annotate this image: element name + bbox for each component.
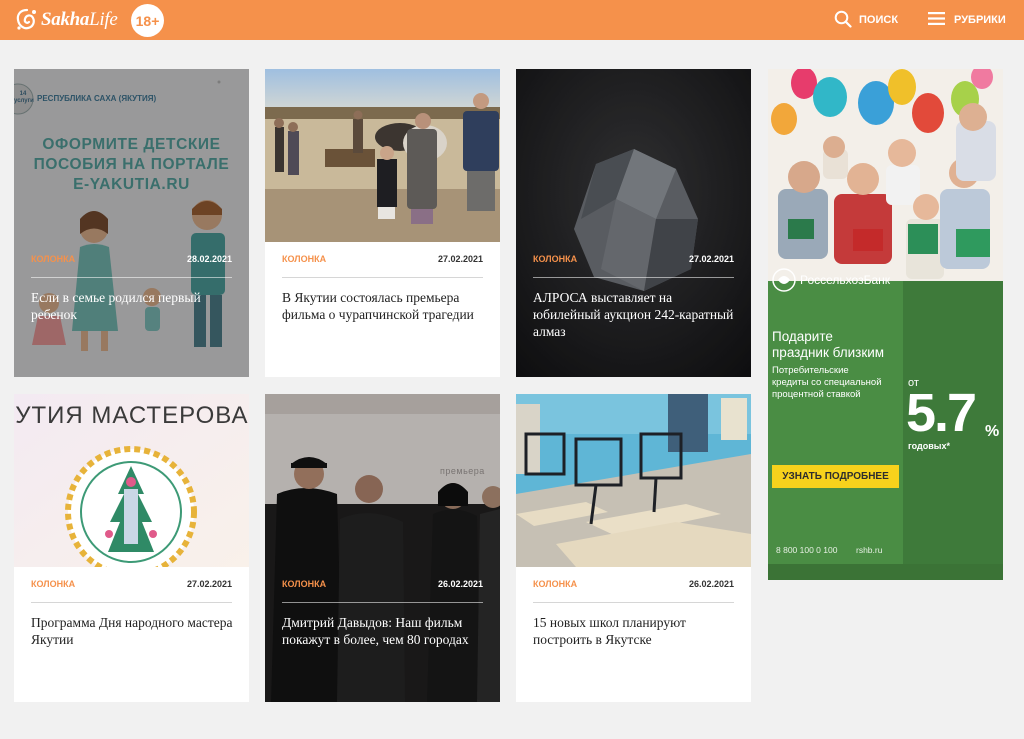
card-title[interactable]: 15 новых школ планируют построить в Якут…	[533, 614, 737, 648]
card-date: 27.02.2021	[186, 579, 232, 589]
card-title[interactable]: В Якутии состоялась премьера фильма о чу…	[282, 289, 486, 323]
ad-site-link[interactable]: rshb.ru	[856, 545, 882, 555]
card-image	[265, 69, 500, 242]
news-card[interactable]: РЕСПУБЛИКА САХА (ЯКУТИЯ) 14 услуги ОФОРМ…	[14, 69, 249, 377]
card-image: КУТИЯ МАСТЕРОВА	[14, 394, 249, 567]
image-banner-text: КУТИЯ МАСТЕРОВА	[14, 402, 249, 429]
logo-ornament-icon	[14, 7, 40, 33]
card-divider	[533, 602, 734, 603]
card-category[interactable]: КОЛОНКА	[282, 579, 326, 589]
ad-phone: 8 800 100 0 100	[776, 545, 838, 555]
card-divider	[282, 602, 483, 603]
ad-rate-unit: %	[985, 423, 1000, 440]
card-date: 26.02.2021	[688, 579, 734, 589]
news-card[interactable]: КОЛОНКА 27.02.2021 АЛРОСА выставляет на …	[516, 69, 751, 377]
card-divider	[533, 277, 734, 278]
ad-rate-value: 5.7	[906, 383, 977, 443]
logo-text-sakha: Sakha	[41, 9, 90, 30]
search-button[interactable]: ПОИСК	[834, 10, 898, 30]
card-category[interactable]: КОЛОНКА	[282, 254, 326, 264]
card-title[interactable]: Дмитрий Давыдов: Наш фильм покажут в бол…	[282, 614, 486, 648]
news-card[interactable]: КОЛОНКА 27.02.2021 В Якутии состоялась п…	[265, 69, 500, 377]
card-date: 27.02.2021	[688, 254, 734, 264]
card-image	[516, 394, 751, 567]
logo-text-life: Life	[89, 9, 118, 30]
ad-subtext: Потребительские кредиты со специальной п…	[772, 365, 882, 400]
card-divider	[31, 602, 232, 603]
ad-bank-name: РоссельхозБанк	[800, 273, 891, 287]
news-card[interactable]: КУТИЯ МАСТЕРОВА КОЛОНКА 27.02.2021 Прогр…	[14, 394, 249, 702]
rubrics-menu-button[interactable]: РУБРИКИ	[928, 10, 1006, 30]
card-divider	[282, 277, 483, 278]
card-divider	[31, 277, 232, 278]
card-category[interactable]: КОЛОНКА	[533, 579, 577, 589]
card-category[interactable]: КОЛОНКА	[533, 254, 577, 264]
card-date: 28.02.2021	[186, 254, 232, 264]
card-date: 26.02.2021	[437, 579, 483, 589]
ad-rate-suffix: годовых*	[908, 441, 950, 451]
hamburger-menu-icon	[928, 12, 945, 28]
card-title[interactable]: Если в семье родился первый ребенок	[31, 289, 235, 323]
card-category[interactable]: КОЛОНКА	[31, 579, 75, 589]
news-card[interactable]: премьера КОЛОНКА 26.02.2021 Дмитрий Давы…	[265, 394, 500, 702]
card-category[interactable]: КОЛОНКА	[31, 254, 75, 264]
rubrics-label: РУБРИКИ	[954, 14, 1006, 26]
card-title[interactable]: АЛРОСА выставляет на юбилейный аукцион 2…	[533, 289, 737, 340]
site-logo[interactable]: SakhaLife	[14, 7, 118, 33]
ad-headline: Подарите праздник близким	[772, 329, 885, 360]
advertisement-banner[interactable]: РоссельхозБанк Подарите праздник близким…	[768, 69, 1003, 580]
site-header: SakhaLife 18+ ПОИСК РУБРИКИ	[0, 0, 1024, 40]
ad-cta-button[interactable]: УЗНАТЬ ПОДРОБНЕЕ	[772, 465, 899, 488]
news-card[interactable]: КОЛОНКА 26.02.2021 15 новых школ планиру…	[516, 394, 751, 702]
search-icon	[834, 10, 852, 31]
card-title[interactable]: Программа Дня народного мастера Якутии	[31, 614, 235, 648]
search-label: ПОИСК	[859, 14, 899, 26]
age-rating-badge: 18+	[131, 4, 164, 37]
card-date: 27.02.2021	[437, 254, 483, 264]
